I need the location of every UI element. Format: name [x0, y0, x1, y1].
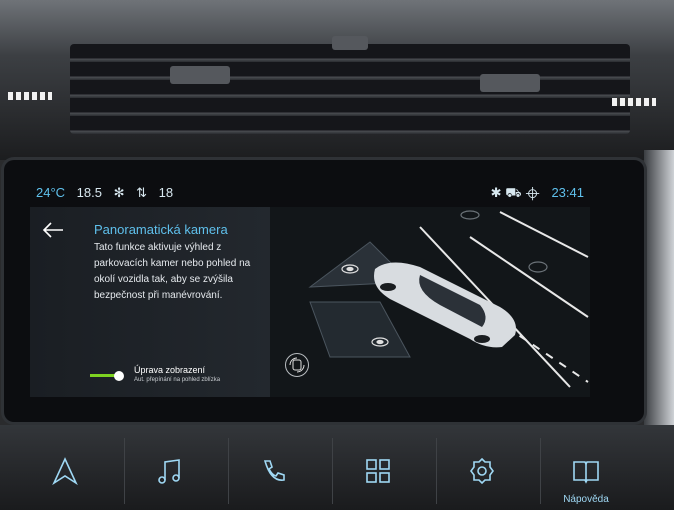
fan-icon[interactable]: ✻: [114, 185, 125, 200]
nav-music-button[interactable]: [124, 438, 215, 504]
location-icon: ⌖: [525, 185, 540, 200]
camera-switch-button[interactable]: [285, 353, 309, 377]
left-ambient-light: [8, 92, 52, 100]
cabin-temperature[interactable]: 18.5: [77, 185, 102, 200]
outside-temperature: 24°C: [36, 185, 66, 200]
manual-book-icon: [573, 461, 599, 484]
settings-icon: [470, 457, 494, 485]
clock: 23:41: [551, 185, 584, 200]
toggle-knob: [114, 371, 124, 381]
phone-icon: [263, 460, 285, 481]
toggle-sublabel: Aut. přepínání na pohled zblízka: [134, 377, 221, 383]
back-arrow-icon[interactable]: [42, 221, 64, 239]
nav-settings-button[interactable]: [436, 438, 527, 504]
nav-help-button[interactable]: Nápověda: [540, 438, 631, 505]
air-vent: [70, 36, 630, 134]
page-title: Panoramatická kamera: [94, 222, 228, 237]
toggle-label: Úprava zobrazení: [134, 365, 206, 375]
camera-switch-icon: [289, 357, 305, 373]
music-icon: [158, 459, 180, 484]
status-bar: 24°C 18.5 ✻ ⇅ 18 ✱ ⛟ ⌖ 23:41: [30, 182, 590, 204]
nav-apps-button[interactable]: [332, 438, 423, 504]
nav-phone-button[interactable]: [228, 438, 319, 504]
vent-grip-left[interactable]: [170, 66, 230, 84]
main-content: Panoramatická kamera Tato funkce aktivuj…: [30, 207, 590, 397]
nav-navigation-button[interactable]: [20, 438, 110, 504]
apps-grid-icon: [366, 459, 390, 483]
vent-grip-right[interactable]: [480, 74, 540, 92]
seat-airflow-icon[interactable]: ⇅: [136, 185, 147, 200]
panel-description: Tato funkce aktivuje výhled z parkovacíc…: [94, 242, 251, 301]
camera-info-panel: Panoramatická kamera Tato funkce aktivuj…: [30, 207, 270, 397]
fan-level[interactable]: 18: [159, 185, 173, 200]
navigation-icon: [52, 457, 78, 486]
car-icon: ⛟: [505, 185, 522, 200]
bluetooth-icon: ✱: [490, 185, 502, 200]
camera-view: [270, 207, 590, 397]
dashboard-right-edge: [644, 150, 674, 440]
right-ambient-light: [612, 98, 656, 106]
view-adjust-toggle[interactable]: [90, 371, 124, 381]
vent-grip-center[interactable]: [332, 36, 368, 50]
nav-help-label: Nápověda: [563, 494, 609, 505]
